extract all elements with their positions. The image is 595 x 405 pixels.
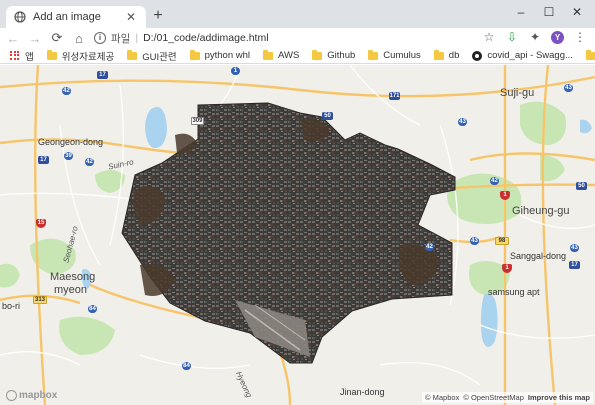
bookmark-folder[interactable]: AWS [263,49,300,61]
folder-icon [46,49,57,60]
tab-title: Add an image [33,11,101,23]
route-shield: 171 [389,92,400,100]
globe-icon [14,11,26,23]
route-shield: 43 [570,244,579,252]
map-label-maesong: Maesong [50,271,96,283]
route-shield: 17 [38,156,49,164]
bookmark-apps[interactable]: 앱 [10,49,34,63]
bookmarks-bar: 앱 위성자료제공 GUI관련 python whl AWS Github Cum… [0,48,595,64]
route-shield: 17 [97,71,108,79]
bookmark-covid-api[interactable]: covid_api - Swagg... [472,50,573,61]
back-button[interactable]: ← [4,29,22,47]
home-button[interactable]: ⌂ [70,29,88,47]
map-label-samsung: samsung apt [488,287,540,297]
url-scheme: 파일 [111,32,131,45]
address-bar[interactable]: i 파일 | D:/01_code/addimage.html [94,29,269,47]
route-shield: 1 [231,67,240,75]
close-window-button[interactable]: ✕ [566,3,588,21]
map-label-geongeon: Geongeon-dong [38,137,104,147]
bookmark-label: AWS [278,50,300,61]
browser-toolbar: ← → ⟳ ⌂ i 파일 | D:/01_code/addimage.html … [0,28,595,48]
map-label-myeon: myeon [54,284,88,296]
tab-add-an-image[interactable]: Add an image ✕ [6,6,146,28]
map-label-sanggal: Sanggal-dong [510,251,567,261]
bookmark-star-icon[interactable]: ☆ [482,29,496,45]
route-shield: 84 [88,305,97,313]
map-label-giheung: Giheung-gu [512,205,570,217]
route-shield: 42 [85,158,94,166]
attribution-osm[interactable]: © OpenStreetMap [463,393,524,402]
bookmark-label: 위성자료제공 [61,51,115,63]
map-attribution: © Mapbox © OpenStreetMap Improve this ma… [422,392,593,403]
reload-button[interactable]: ⟳ [48,29,66,47]
minimize-button[interactable]: – [510,3,532,21]
mapbox-logo-text: mapbox [19,390,58,401]
map-basemap [0,65,595,405]
toolbar-actions: ☆ ⇩ ✦ Y ⋮ [482,29,587,45]
apps-icon [10,50,20,61]
folder-icon [312,49,323,60]
map-canvas[interactable]: Suji-gu Geongeon-dong Suin-ro Giheung-gu… [0,65,595,405]
attribution-mapbox[interactable]: © Mapbox [425,393,459,402]
bookmark-folder[interactable]: 위성자료제공 [46,49,115,63]
folder-icon [433,49,444,60]
folder-icon [368,49,379,60]
url-text[interactable]: D:/01_code/addimage.html [143,32,269,44]
profile-avatar[interactable]: Y [551,30,564,44]
bookmark-label: python whl [204,50,250,61]
improve-map-link[interactable]: Improve this map [528,393,590,402]
folder-icon [127,49,138,60]
extensions-puzzle-icon[interactable]: ✦ [528,29,542,45]
folder-icon [189,49,200,60]
route-shield: 39 [64,152,73,160]
route-shield: 98 [495,237,509,245]
bookmark-folder[interactable]: GUI관련 [127,49,177,63]
folder-icon [585,49,595,60]
mapbox-logo-icon [6,390,17,401]
info-icon[interactable]: i [94,32,106,44]
bookmark-folder[interactable]: Github [312,49,356,61]
bookmark-folder[interactable]: python whl [189,49,250,61]
map-label-bori: bo-ri [2,301,21,311]
bookmark-label: db [448,50,460,61]
forward-button[interactable]: → [26,29,44,47]
bookmark-label: covid_api - Swagg... [487,50,573,61]
route-shield: 42 [62,87,71,95]
map-label-jinan: Jinan-dong [340,387,385,397]
route-shield: 42 [490,177,499,185]
route-shield: 84 [182,362,191,370]
github-icon [472,50,483,61]
menu-kebab-icon[interactable]: ⋮ [573,29,587,45]
route-shield: 309 [191,117,204,125]
tab-close-icon[interactable]: ✕ [124,10,138,24]
url-separator: | [135,32,139,44]
bookmark-label: Cumulus [383,50,421,61]
bookmark-label: GUI관련 [142,51,177,63]
route-shield: 43 [564,84,573,92]
route-shield: 43 [470,237,479,245]
folder-icon [263,49,273,60]
route-shield: 50 [576,182,587,190]
tab-strip: Add an image ✕ + – ☐ ✕ [0,0,595,28]
bookmark-folder[interactable]: Cumulus [368,49,421,61]
new-tab-button[interactable]: + [150,8,166,24]
map-label-suji: Suji-gu [500,87,535,99]
route-shield: 17 [569,261,580,269]
bookmark-folder[interactable]: tile [585,49,595,61]
bookmark-folder[interactable]: db [433,49,460,61]
bookmark-label: 앱 [25,51,34,63]
route-shield: 313 [33,296,47,304]
bookmark-label: Github [327,50,356,61]
route-shield: 43 [458,118,467,126]
route-shield: 42 [425,243,434,251]
extension-download-icon[interactable]: ⇩ [505,29,519,45]
mapbox-logo[interactable]: mapbox [6,390,57,401]
route-shield: 50 [322,112,333,120]
maximize-button[interactable]: ☐ [538,3,560,21]
